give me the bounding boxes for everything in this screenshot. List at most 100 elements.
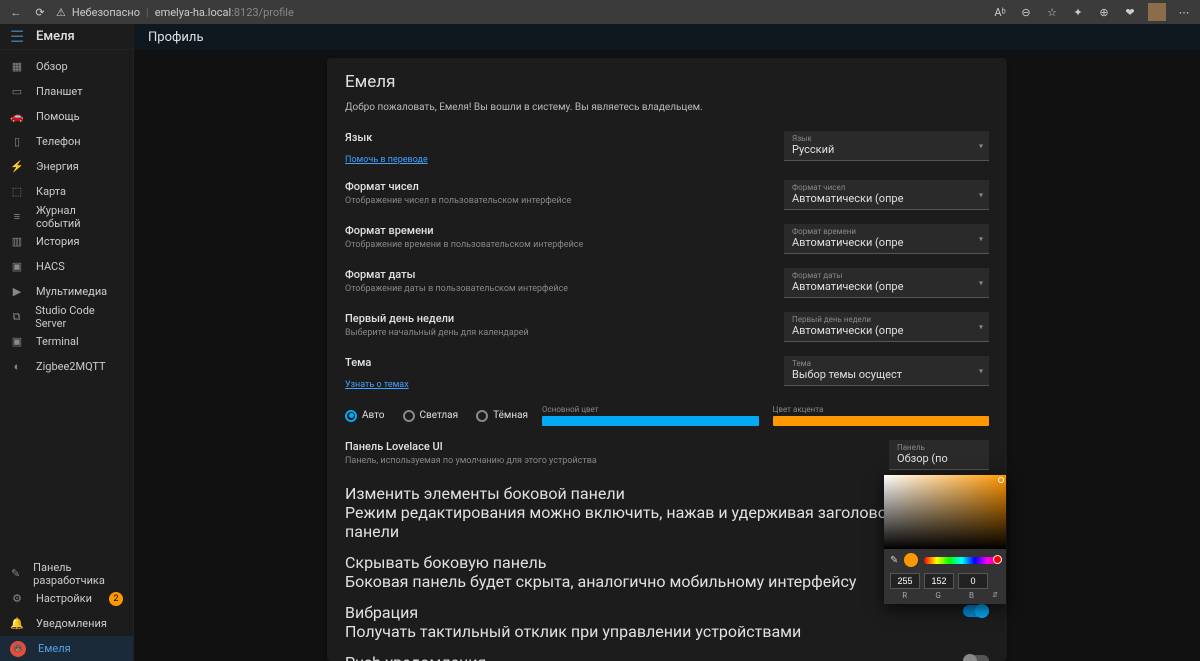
sidebar-item-settings[interactable]: ⚙Настройки2	[0, 586, 133, 611]
profile-avatar[interactable]	[1148, 3, 1166, 21]
gear-icon: ⚙	[10, 592, 24, 606]
radio-auto[interactable]: Авто	[345, 410, 385, 422]
eyedropper-icon[interactable]: ✎	[890, 555, 898, 566]
sidebar-items-top: ▦Обзор ▭Планшет 🚗Помощь ▯Телефон ⚡Энерги…	[0, 50, 133, 561]
terminal-icon: ▣	[10, 335, 24, 349]
back-icon[interactable]: ←	[8, 4, 24, 20]
sidebar-item-log[interactable]: ≡Журнал событий	[0, 204, 133, 229]
bolt-icon: ⚡	[10, 160, 24, 174]
row-time-format: Формат времениОтображение времени в поль…	[345, 224, 989, 254]
dashboard-icon: ▦	[10, 60, 24, 74]
time-format-select[interactable]: Формат времениАвтоматически (опре▾	[784, 224, 989, 254]
color-swatch	[904, 553, 918, 567]
avatar: 🐻	[10, 641, 26, 657]
sidebar-item-vscode[interactable]: ⧉Studio Code Server	[0, 304, 133, 329]
row-dashboard: Панель Lovelace UIПанель, используемая п…	[345, 440, 989, 470]
collections-icon[interactable]: ⊕	[1096, 4, 1112, 20]
zigbee-icon: ◐	[10, 360, 24, 374]
sidebar-item-notifications[interactable]: 🔔Уведомления	[0, 611, 133, 636]
themes-link[interactable]: Узнать о темах	[345, 380, 409, 390]
saturation-handle[interactable]	[998, 477, 1004, 483]
sidebar-item-profile[interactable]: 🐻Емеля	[0, 636, 133, 661]
input-b[interactable]	[958, 573, 988, 589]
sidebar-item-hacs[interactable]: ▣HACS	[0, 254, 133, 279]
label-r: R	[890, 591, 919, 600]
chevron-down-icon: ▾	[979, 278, 983, 287]
language-select[interactable]: ЯзыкРусский▾	[784, 131, 989, 161]
chevron-down-icon: ▾	[979, 190, 983, 199]
number-format-select[interactable]: Формат чиселАвтоматически (опре▾	[784, 180, 989, 210]
hue-handle[interactable]	[993, 555, 1002, 564]
sidebar-item-history[interactable]: ▥История	[0, 229, 133, 254]
primary-color-box[interactable]: Основной цвет	[542, 405, 759, 426]
sidebar-title: Емеля	[36, 29, 75, 44]
input-g[interactable]	[924, 573, 954, 589]
radio-dark[interactable]: Тёмная	[476, 410, 528, 422]
media-icon: ▶	[10, 285, 24, 299]
refresh-icon[interactable]: ⟳	[32, 4, 48, 20]
hacs-icon: ▣	[10, 260, 24, 274]
push-switch[interactable]	[963, 655, 989, 661]
map-icon: ⬚	[10, 185, 24, 199]
format-toggle-icon[interactable]: ⇵	[990, 591, 1000, 600]
url-text: emelya-ha.local:8123/profile	[155, 6, 294, 19]
read-aloud-icon[interactable]: Aᵇ	[992, 4, 1008, 20]
chevron-down-icon: ▾	[979, 366, 983, 375]
sidebar-item-map[interactable]: ⬚Карта	[0, 179, 133, 204]
sidebar: ☰ Емеля ▦Обзор ▭Планшет 🚗Помощь ▯Телефон…	[0, 24, 134, 661]
dashboard-select[interactable]: ПанельОбзор (по	[889, 440, 989, 470]
accent-color-box[interactable]: Цвет акцента	[773, 405, 990, 426]
sidebar-item-overview[interactable]: ▦Обзор	[0, 54, 133, 79]
chart-icon: ▥	[10, 235, 24, 249]
label-g: G	[923, 591, 952, 600]
radio-light[interactable]: Светлая	[403, 410, 459, 422]
address-bar[interactable]: ⚠ Небезопасно | emelya-ha.local:8123/pro…	[56, 6, 984, 19]
sidebar-header: ☰ Емеля	[0, 24, 133, 50]
favorite-icon[interactable]: ☆	[1044, 4, 1060, 20]
hamburger-icon[interactable]: ☰	[10, 27, 26, 46]
input-r[interactable]	[890, 573, 920, 589]
row-first-day: Первый день неделиВыберите начальный ден…	[345, 312, 989, 342]
main: Профиль Емеля Добро пожаловать, Емеля! В…	[134, 24, 1200, 661]
zoom-icon[interactable]: ⊖	[1018, 4, 1034, 20]
sidebar-items-bottom: ✎Панель разработчика ⚙Настройки2 🔔Уведом…	[0, 561, 133, 661]
row-language: ЯзыкПомочь в переводе ЯзыкРусский▾	[345, 131, 989, 166]
separator: |	[146, 6, 149, 19]
color-picker-popup: ✎ R G B ⇵	[884, 475, 1006, 604]
insecure-label: Небезопасно	[72, 6, 140, 19]
extension-icon[interactable]: ❤	[1122, 4, 1138, 20]
row-theme: ТемаУзнать о темах ТемаВыбор темы осущес…	[345, 356, 989, 391]
row-vibration: ВибрацияПолучать тактильный отклик при у…	[345, 603, 989, 641]
sidebar-item-help[interactable]: 🚗Помощь	[0, 104, 133, 129]
sidebar-item-media[interactable]: ▶Мультимедиа	[0, 279, 133, 304]
vscode-icon: ⧉	[10, 310, 23, 324]
sidebar-item-z2m[interactable]: ◐Zigbee2MQTT	[0, 354, 133, 379]
tablet-icon: ▭	[10, 85, 24, 99]
page-title: Профиль	[148, 30, 204, 45]
sidebar-item-devtools[interactable]: ✎Панель разработчика	[0, 561, 133, 586]
hue-slider[interactable]	[924, 557, 1000, 564]
chevron-down-icon: ▾	[979, 234, 983, 243]
browser-actions: Aᵇ ⊖ ☆ ✦ ⊕ ❤ ⋯	[992, 3, 1192, 21]
vibration-switch[interactable]	[963, 605, 989, 617]
saturation-panel[interactable]	[884, 475, 1006, 549]
translate-link[interactable]: Помочь в переводе	[345, 155, 428, 165]
chevron-down-icon: ▾	[979, 141, 983, 150]
wrench-icon: ✎	[10, 567, 21, 581]
theme-select[interactable]: ТемаВыбор темы осущест▾	[784, 356, 989, 386]
favorites-bar-icon[interactable]: ✦	[1070, 4, 1086, 20]
sidebar-item-phone[interactable]: ▯Телефон	[0, 129, 133, 154]
first-day-select[interactable]: Первый день неделиАвтоматически (опре▾	[784, 312, 989, 342]
phone-icon: ▯	[10, 135, 24, 149]
date-format-select[interactable]: Формат датыАвтоматически (опре▾	[784, 268, 989, 298]
chevron-down-icon: ▾	[979, 322, 983, 331]
content: Емеля Добро пожаловать, Емеля! Вы вошли …	[134, 50, 1200, 661]
row-push: Push-уведомленияТребуется SSL для веб-ин…	[345, 653, 989, 661]
bell-icon: 🔔	[10, 617, 24, 631]
welcome-text: Добро пожаловать, Емеля! Вы вошли в сист…	[345, 102, 989, 113]
theme-mode-row: Авто Светлая Тёмная Основной цвет Цвет а…	[345, 405, 989, 426]
sidebar-item-energy[interactable]: ⚡Энергия	[0, 154, 133, 179]
sidebar-item-tablet[interactable]: ▭Планшет	[0, 79, 133, 104]
more-icon[interactable]: ⋯	[1176, 4, 1192, 20]
sidebar-item-terminal[interactable]: ▣Terminal	[0, 329, 133, 354]
